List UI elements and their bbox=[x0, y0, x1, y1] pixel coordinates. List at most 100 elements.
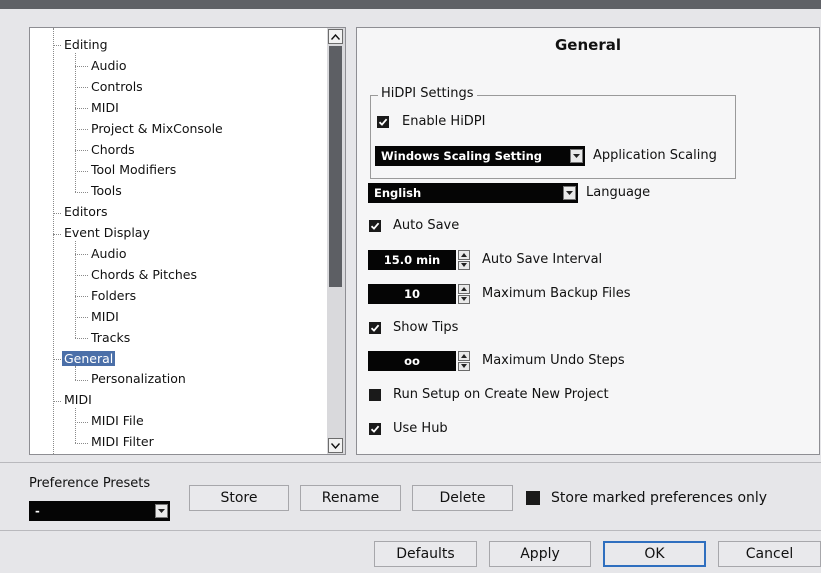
tree-item[interactable]: MIDI bbox=[89, 98, 121, 118]
tree-item[interactable]: General bbox=[62, 349, 116, 369]
enable-hidpi-checkbox[interactable] bbox=[377, 116, 389, 128]
maximum-undo-steps-value[interactable]: oo bbox=[368, 351, 456, 371]
tree-connector-line bbox=[75, 296, 88, 298]
tree-connector-line bbox=[53, 358, 61, 360]
tree-item[interactable]: Tracks bbox=[89, 328, 132, 348]
auto-save-interval-label: Auto Save Interval bbox=[482, 252, 603, 267]
auto-save-interval-stepper[interactable]: 15.0 min bbox=[368, 250, 473, 270]
chevron-down-icon bbox=[331, 442, 340, 449]
tree-connector-line bbox=[53, 233, 61, 235]
decrement-arrow-icon[interactable] bbox=[458, 361, 470, 371]
tree-connector-line bbox=[53, 400, 61, 402]
run-setup-checkbox[interactable] bbox=[369, 389, 381, 401]
tree-connector-line bbox=[75, 66, 88, 68]
preferences-tree[interactable]: Editing Audio Controls MIDI Project & MixCon… bbox=[29, 27, 329, 455]
increment-arrow-icon[interactable] bbox=[458, 250, 470, 260]
scroll-up-button[interactable] bbox=[328, 29, 343, 44]
maximum-backup-files-stepper[interactable]: 10 bbox=[368, 284, 473, 304]
decrement-arrow-icon[interactable] bbox=[458, 260, 470, 270]
separator bbox=[0, 462, 821, 463]
page-title: General bbox=[555, 36, 621, 54]
delete-button[interactable]: Delete bbox=[412, 485, 513, 511]
application-scaling-dropdown[interactable]: Windows Scaling Setting bbox=[375, 146, 585, 166]
preference-presets-value: - bbox=[35, 504, 40, 518]
chevron-up-icon bbox=[331, 33, 340, 40]
increment-arrow-icon[interactable] bbox=[458, 351, 470, 361]
use-hub-checkbox[interactable] bbox=[369, 423, 381, 435]
tree-item[interactable]: Tool Modifiers bbox=[89, 160, 178, 180]
decrement-arrow-icon[interactable] bbox=[458, 294, 470, 304]
checkmark-icon bbox=[370, 425, 380, 433]
tree-item[interactable]: Chords & Pitches bbox=[89, 265, 199, 285]
dropdown-arrow-icon bbox=[570, 149, 583, 163]
tree-item-label: Tools bbox=[91, 183, 122, 199]
settings-panel: General HiDPI Settings Enable HiDPI Wind… bbox=[356, 27, 820, 455]
cancel-button[interactable]: Cancel bbox=[718, 541, 821, 567]
tree-connector-line bbox=[75, 338, 88, 340]
tree-item[interactable]: Event Display bbox=[62, 223, 152, 243]
tree-item-label: MIDI bbox=[91, 308, 119, 324]
tree-item[interactable]: Controls bbox=[89, 77, 145, 97]
language-dropdown[interactable]: English bbox=[368, 183, 578, 203]
tree-item-label: Audio bbox=[91, 57, 127, 73]
tree-item-label: General bbox=[62, 350, 116, 366]
maximum-undo-steps-stepper[interactable]: oo bbox=[368, 351, 473, 371]
tree-connector-line bbox=[75, 87, 88, 89]
tree-item[interactable]: Tools bbox=[89, 181, 124, 201]
scroll-thumb[interactable] bbox=[329, 46, 342, 287]
tree-connector-line bbox=[75, 317, 88, 319]
tree-connector-line bbox=[75, 421, 88, 423]
tree-item-label: Audio bbox=[91, 246, 127, 261]
auto-save-label: Auto Save bbox=[393, 218, 460, 233]
tree-item-label: Tracks bbox=[91, 329, 131, 345]
language-label: Language bbox=[586, 185, 651, 200]
maximum-backup-files-label: Maximum Backup Files bbox=[482, 286, 631, 301]
store-marked-preferences-checkbox[interactable] bbox=[526, 491, 540, 505]
tree-item-label: Project & MixConsole bbox=[91, 120, 223, 136]
checkmark-icon bbox=[370, 222, 380, 230]
hidpi-group-label: HiDPI Settings bbox=[378, 86, 477, 101]
tree-item[interactable]: Audio bbox=[89, 56, 129, 76]
checkmark-icon bbox=[370, 324, 380, 332]
show-tips-label: Show Tips bbox=[393, 320, 459, 335]
auto-save-interval-value[interactable]: 15.0 min bbox=[368, 250, 456, 270]
hidpi-settings-group: HiDPI Settings bbox=[370, 86, 736, 179]
tree-item[interactable]: MIDI bbox=[89, 307, 121, 327]
tree-item-label: MIDI Filter bbox=[91, 434, 154, 450]
preference-presets-dropdown[interactable]: - bbox=[29, 501, 170, 521]
tree-guide-line bbox=[75, 408, 76, 443]
scroll-down-button[interactable] bbox=[328, 438, 343, 453]
tree-item-label: MIDI bbox=[91, 99, 119, 115]
tree-item[interactable]: Audio bbox=[89, 244, 129, 264]
increment-arrow-icon[interactable] bbox=[458, 284, 470, 294]
tree-item[interactable]: MIDI bbox=[62, 390, 94, 410]
window-top-strip bbox=[0, 0, 821, 9]
tree-item[interactable]: MIDI File bbox=[89, 411, 146, 431]
tree-item[interactable]: Folders bbox=[89, 286, 138, 306]
apply-button[interactable]: Apply bbox=[489, 541, 591, 567]
tree-item[interactable]: MIDI Filter bbox=[89, 432, 156, 452]
store-button[interactable]: Store bbox=[189, 485, 289, 511]
tree-item[interactable]: Chords bbox=[89, 140, 137, 160]
tree-item-label: Chords & Pitches bbox=[91, 266, 197, 282]
separator bbox=[0, 530, 821, 531]
tree-item[interactable]: Editors bbox=[62, 202, 110, 222]
maximum-backup-files-value[interactable]: 10 bbox=[368, 284, 456, 304]
tree-item[interactable]: Editing bbox=[62, 35, 110, 55]
tree-item-label: Folders bbox=[91, 287, 137, 303]
auto-save-checkbox[interactable] bbox=[369, 220, 381, 232]
tree-connector-line bbox=[75, 129, 88, 131]
rename-button[interactable]: Rename bbox=[300, 485, 401, 511]
tree-item-label: MIDI File bbox=[91, 413, 144, 429]
show-tips-checkbox[interactable] bbox=[369, 322, 381, 334]
dropdown-arrow-icon bbox=[563, 186, 576, 200]
tree-item[interactable]: Personalization bbox=[89, 369, 188, 389]
tree-item-label: Editing bbox=[64, 37, 108, 52]
tree-item[interactable]: Project & MixConsole bbox=[89, 119, 225, 139]
ok-button[interactable]: OK bbox=[603, 541, 706, 567]
defaults-button[interactable]: Defaults bbox=[374, 541, 477, 567]
enable-hidpi-label: Enable HiDPI bbox=[402, 114, 486, 129]
tree-item-label: Event Display bbox=[64, 225, 150, 241]
tree-scrollbar[interactable] bbox=[327, 27, 346, 455]
dropdown-arrow-icon bbox=[155, 504, 168, 518]
